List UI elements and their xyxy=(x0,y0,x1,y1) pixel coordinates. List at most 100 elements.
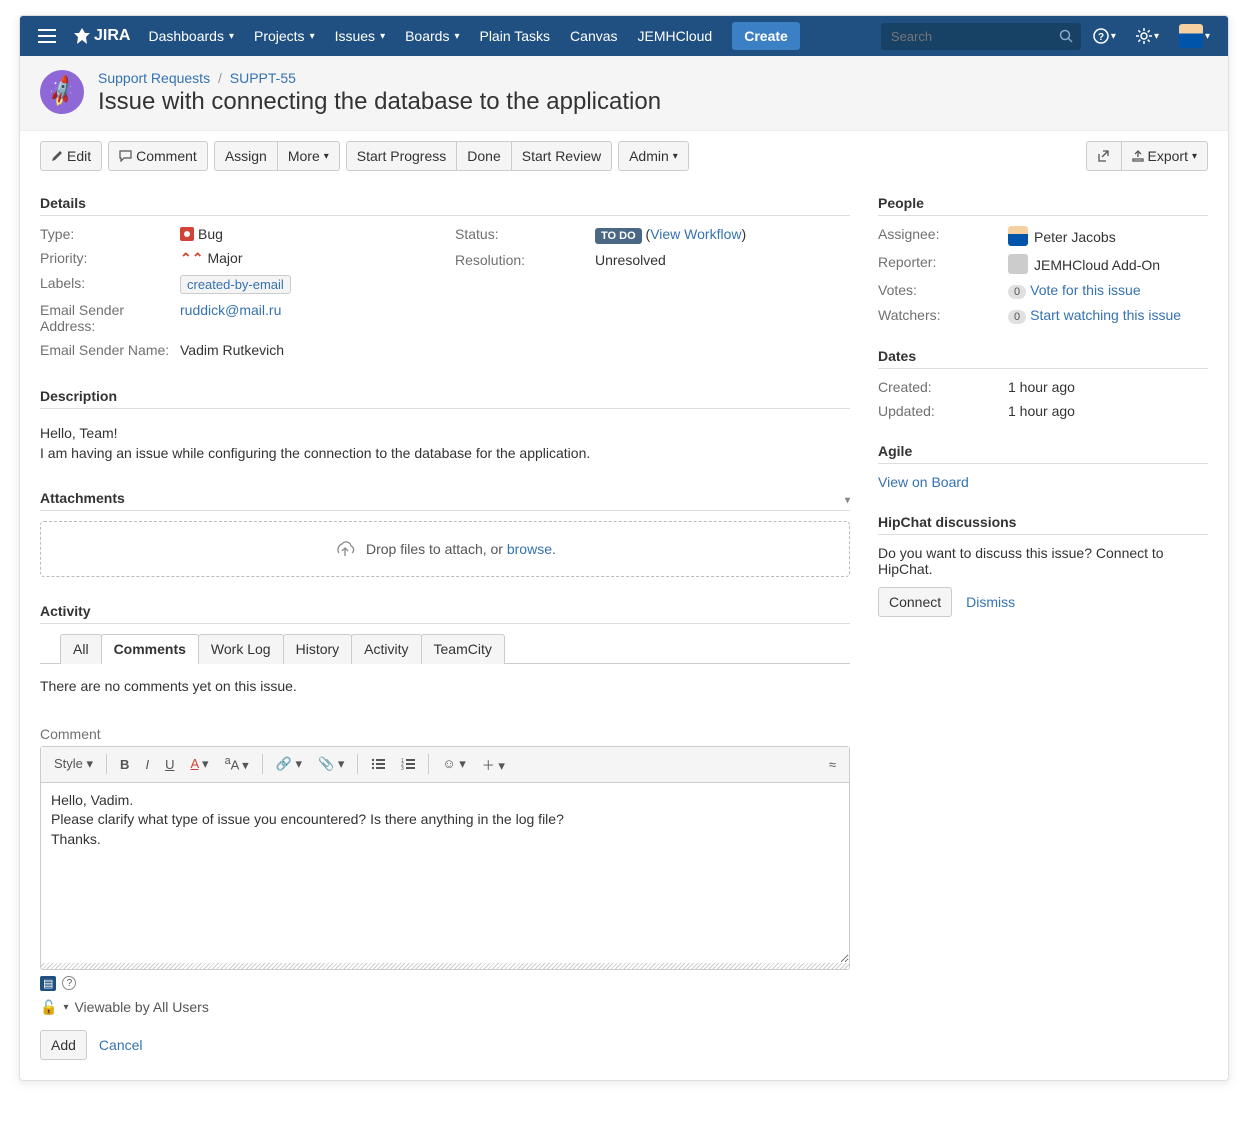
major-icon: ⌃⌃ xyxy=(180,250,203,266)
search-input[interactable] xyxy=(881,23,1081,50)
nav-dashboards[interactable]: Dashboards xyxy=(140,18,242,54)
reporter-label: Reporter: xyxy=(878,254,1008,274)
nav-issues[interactable]: Issues xyxy=(327,18,394,54)
logo-text: JIRA xyxy=(94,27,130,45)
email-sender-addr-label: Email Sender Address: xyxy=(40,302,180,334)
tab-work-log[interactable]: Work Log xyxy=(198,634,284,664)
svg-text:?: ? xyxy=(1098,32,1104,43)
hipchat-dismiss-link[interactable]: Dismiss xyxy=(966,594,1015,610)
priority-value: ⌃⌃Major xyxy=(180,250,435,267)
admin-button[interactable]: Admin ▾ xyxy=(618,141,689,171)
style-dropdown[interactable]: Style ▾ xyxy=(47,752,100,776)
hipchat-connect-button[interactable]: Connect xyxy=(878,587,952,617)
comment-label: Comment xyxy=(40,726,850,742)
comment-editor: Style ▾ B I U A ▾ aA ▾ 🔗 ▾ 📎 ▾ 123 xyxy=(40,746,850,970)
attachments-dropzone[interactable]: Drop files to attach, or browse. xyxy=(40,521,850,577)
people-heading: People xyxy=(878,189,1208,216)
breadcrumb: Support Requests / SUPPT-55 xyxy=(98,70,661,86)
attachments-heading: Attachments xyxy=(40,490,125,506)
hipchat-text: Do you want to discuss this issue? Conne… xyxy=(878,545,1208,577)
status-value: TO DO (View Workflow) xyxy=(595,226,850,244)
mention-button[interactable]: ☺ ▾ xyxy=(435,752,472,776)
reporter-value: JEMHCloud Add-On xyxy=(1008,254,1208,274)
status-label: Status: xyxy=(455,226,595,244)
start-review-button[interactable]: Start Review xyxy=(512,141,612,171)
view-on-board-link[interactable]: View on Board xyxy=(878,474,969,490)
tab-activity[interactable]: Activity xyxy=(351,634,421,664)
project-avatar-icon: 🚀 xyxy=(32,62,92,122)
color-button[interactable]: A ▾ xyxy=(183,752,215,776)
tab-history[interactable]: History xyxy=(283,634,353,664)
nav-jemhcloud[interactable]: JEMHCloud xyxy=(630,18,721,54)
updated-value: 1 hour ago xyxy=(1008,403,1208,419)
help-icon[interactable]: ? ▾ xyxy=(1085,20,1124,52)
attach-button[interactable]: 📎 ▾ xyxy=(311,752,351,776)
more-button[interactable]: More ▾ xyxy=(278,141,340,171)
comment-textarea[interactable]: Hello, Vadim.Please clarify what type of… xyxy=(41,783,849,963)
type-value: Bug xyxy=(180,226,435,242)
link-button[interactable]: 🔗 ▾ xyxy=(269,752,309,776)
votes-label: Votes: xyxy=(878,282,1008,299)
vote-link[interactable]: Vote for this issue xyxy=(1030,282,1141,298)
user-menu[interactable]: ▾ xyxy=(1171,16,1218,56)
avatar-icon xyxy=(1179,24,1203,48)
nav-plain-tasks[interactable]: Plain Tasks xyxy=(471,18,558,54)
more-format-button[interactable]: aA ▾ xyxy=(218,751,256,777)
gear-icon[interactable]: ▾ xyxy=(1128,20,1167,52)
labels-label: Labels: xyxy=(40,275,180,294)
nav-canvas[interactable]: Canvas xyxy=(562,18,625,54)
tab-teamcity[interactable]: TeamCity xyxy=(421,634,505,664)
svg-text:3: 3 xyxy=(401,766,404,770)
top-nav: JIRA Dashboards Projects Issues Boards P… xyxy=(20,16,1228,56)
export-button[interactable]: Export ▾ xyxy=(1122,141,1209,171)
nav-boards[interactable]: Boards xyxy=(397,18,467,54)
attachments-menu-icon[interactable] xyxy=(845,490,850,506)
email-sender-addr-value[interactable]: ruddick@mail.ru xyxy=(180,302,281,318)
votes-count: 0 xyxy=(1008,285,1026,299)
done-button[interactable]: Done xyxy=(457,141,511,171)
description-heading: Description xyxy=(40,382,850,409)
insert-button[interactable]: ＋ ▾ xyxy=(475,751,512,778)
create-button[interactable]: Create xyxy=(732,22,800,50)
search-icon[interactable] xyxy=(1059,29,1073,43)
issue-title: Issue with connecting the database to th… xyxy=(98,88,661,116)
cancel-link[interactable]: Cancel xyxy=(99,1037,143,1053)
tab-all[interactable]: All xyxy=(60,634,102,664)
resolution-label: Resolution: xyxy=(455,252,595,268)
visual-mode-icon[interactable]: ▤ xyxy=(40,976,56,991)
assignee-value: Peter Jacobs xyxy=(1008,226,1208,246)
lock-icon[interactable]: 🔓 xyxy=(40,999,57,1016)
priority-label: Priority: xyxy=(40,250,180,267)
start-progress-button[interactable]: Start Progress xyxy=(346,141,457,171)
type-label: Type: xyxy=(40,226,180,242)
menu-icon[interactable] xyxy=(30,21,64,51)
ol-button[interactable]: 123 xyxy=(394,754,422,774)
nav-projects[interactable]: Projects xyxy=(246,18,323,54)
comment-button[interactable]: Comment xyxy=(108,141,208,171)
resize-handle[interactable] xyxy=(41,963,849,969)
add-comment-button[interactable]: Add xyxy=(40,1030,87,1060)
created-value: 1 hour ago xyxy=(1008,379,1208,395)
breadcrumb-project[interactable]: Support Requests xyxy=(98,70,210,86)
bold-button[interactable]: B xyxy=(113,753,136,776)
italic-button[interactable]: I xyxy=(138,753,156,776)
agile-heading: Agile xyxy=(878,437,1208,464)
label-tag[interactable]: created-by-email xyxy=(180,275,291,294)
tab-comments[interactable]: Comments xyxy=(101,634,199,664)
underline-button[interactable]: U xyxy=(158,753,181,776)
browse-link[interactable]: browse xyxy=(507,541,552,557)
breadcrumb-key[interactable]: SUPPT-55 xyxy=(230,70,296,86)
watch-link[interactable]: Start watching this issue xyxy=(1030,307,1181,323)
issue-toolbar: Edit Comment Assign More ▾ Start Progres… xyxy=(20,131,1228,181)
ul-button[interactable] xyxy=(364,754,392,774)
help-icon-small[interactable]: ? xyxy=(62,976,76,990)
activity-tabs: All Comments Work Log History Activity T… xyxy=(40,634,850,664)
edit-button[interactable]: Edit xyxy=(40,141,102,171)
view-workflow-link[interactable]: View Workflow xyxy=(650,226,741,242)
assign-button[interactable]: Assign xyxy=(214,141,278,171)
assignee-label: Assignee: xyxy=(878,226,1008,246)
share-button[interactable] xyxy=(1086,141,1122,171)
collapse-toolbar-icon[interactable]: ≈ xyxy=(822,753,843,776)
resolution-value: Unresolved xyxy=(595,252,850,268)
jira-logo[interactable]: JIRA xyxy=(68,27,136,45)
